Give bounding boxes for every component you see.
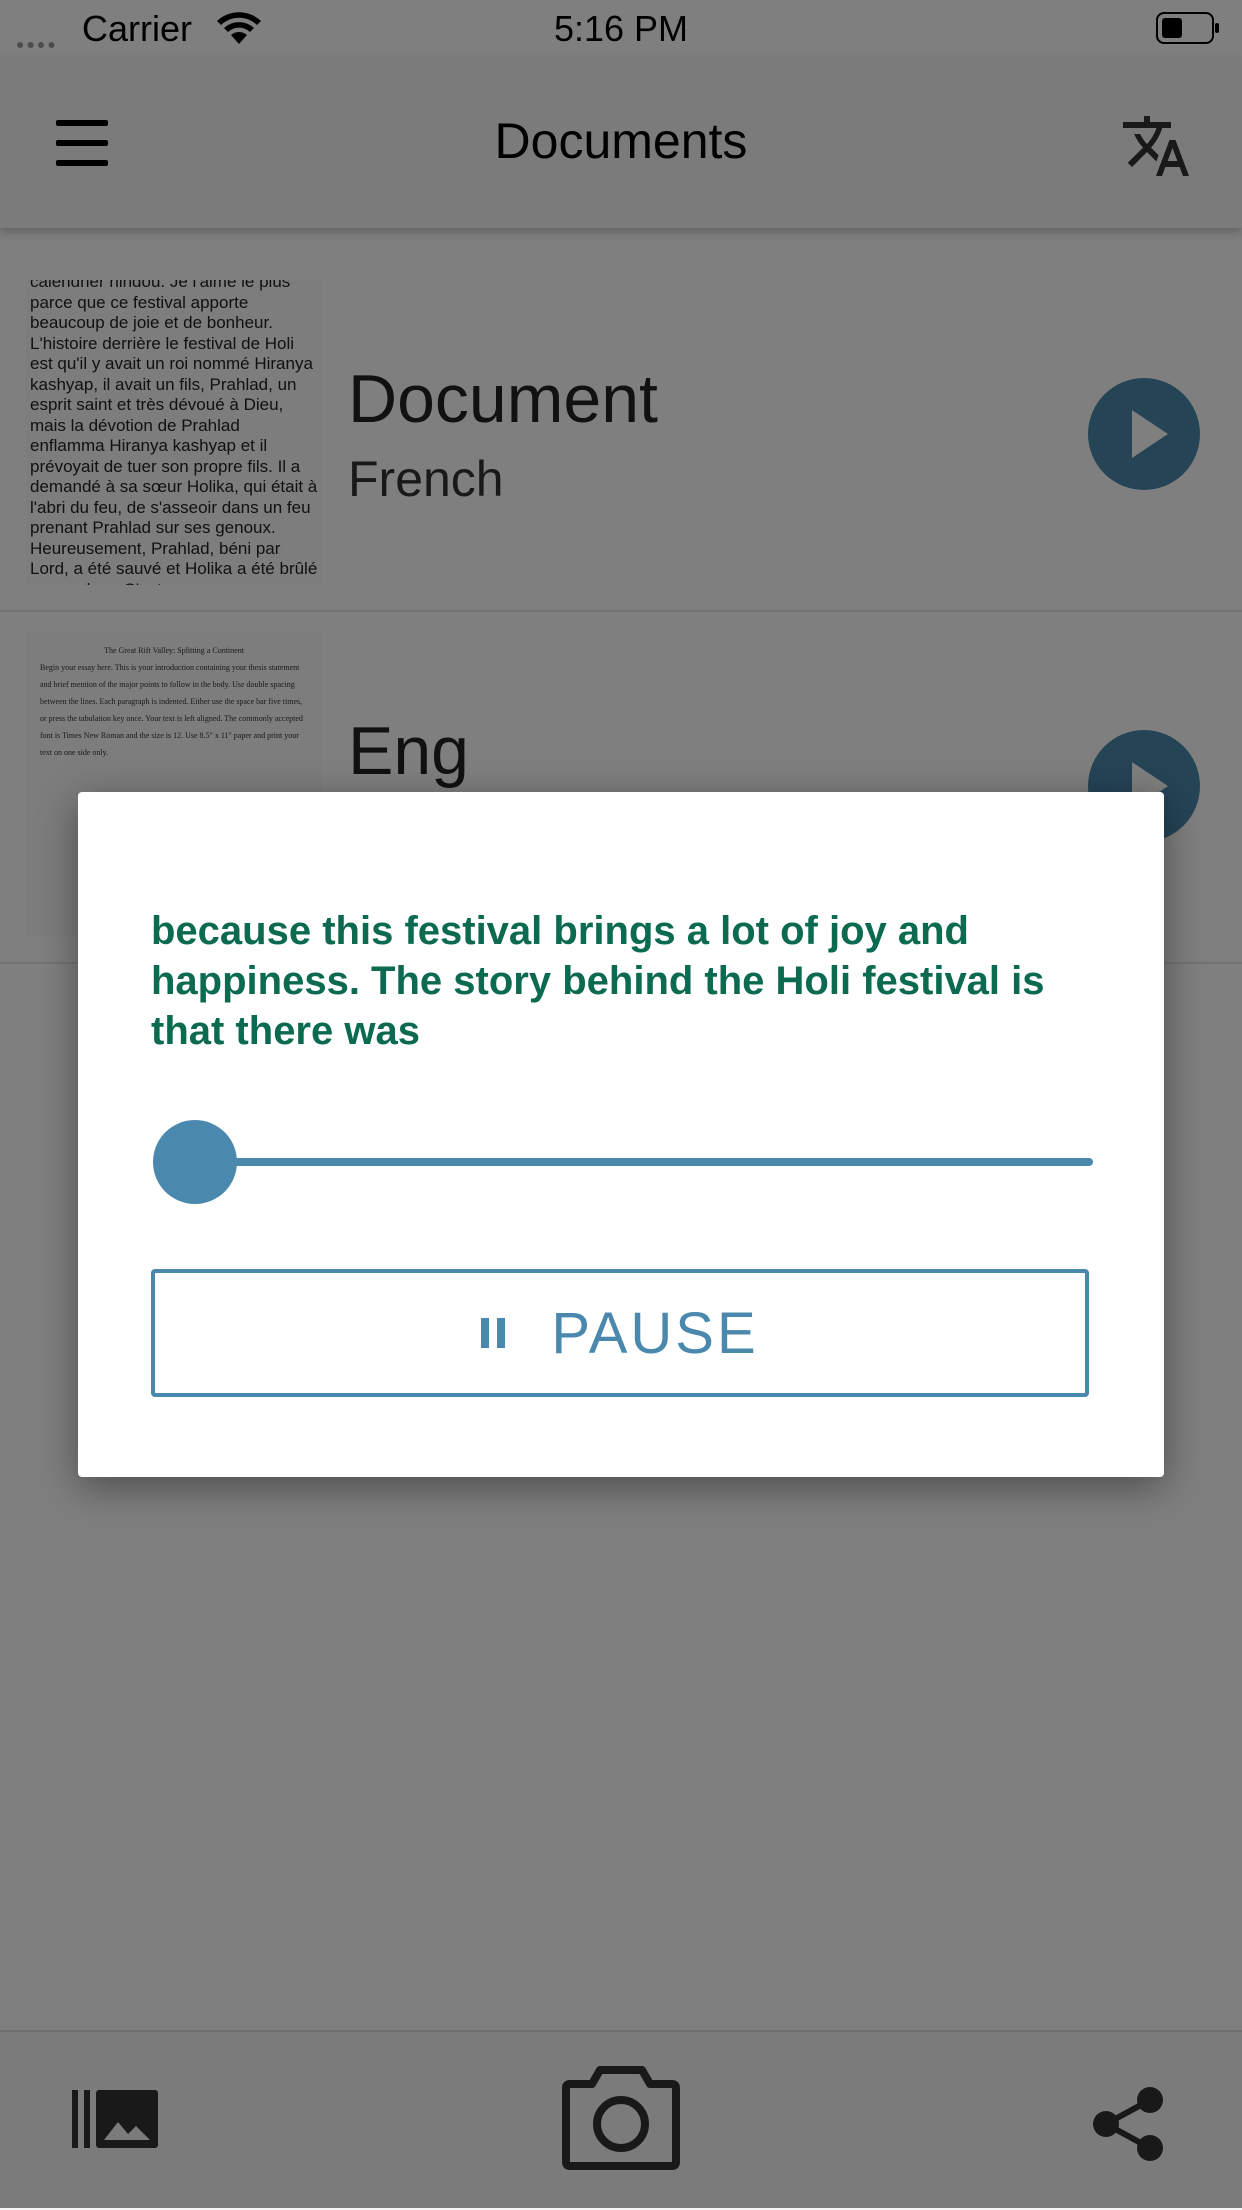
- pause-button[interactable]: PAUSE: [151, 1269, 1089, 1397]
- reader-dialog: because this festival brings a lot of jo…: [78, 792, 1164, 1477]
- slider-thumb[interactable]: [153, 1120, 237, 1204]
- reading-text: because this festival brings a lot of jo…: [151, 909, 1045, 1053]
- pause-label: PAUSE: [551, 1300, 759, 1366]
- pause-icon: [481, 1318, 507, 1348]
- slider-track[interactable]: [193, 1158, 1093, 1166]
- progress-slider[interactable]: [153, 1120, 1093, 1204]
